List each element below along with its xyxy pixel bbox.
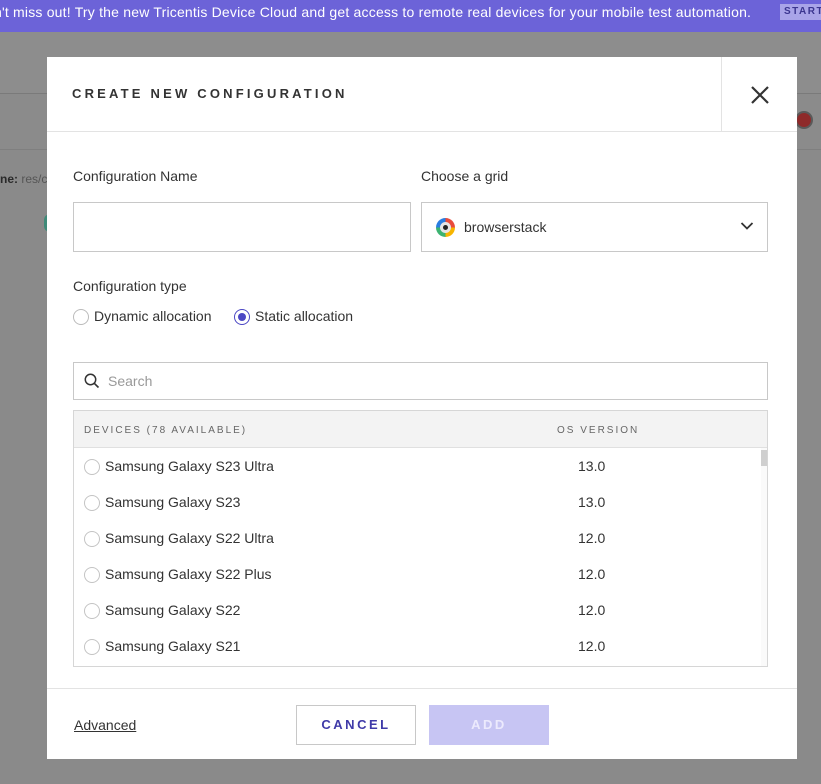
device-search-box[interactable] <box>73 362 768 400</box>
device-name: Samsung Galaxy S22 Ultra <box>105 530 274 546</box>
os-version: 12.0 <box>578 602 606 618</box>
devices-table: DEVICES (78 AVAILABLE) OS VERSION Samsun… <box>73 410 768 667</box>
close-button[interactable] <box>721 57 797 132</box>
table-row[interactable]: Samsung Galaxy S22 12.0 <box>74 592 760 628</box>
background-name-field: ne: res/c <box>0 172 47 186</box>
configuration-type-label: Configuration type <box>73 278 187 294</box>
modal-header: CREATE NEW CONFIGURATION <box>47 57 797 132</box>
table-row[interactable]: Samsung Galaxy S22 Ultra 12.0 <box>74 520 760 556</box>
grid-selected-value: browserstack <box>464 219 547 235</box>
background-record-icon <box>795 111 813 129</box>
devices-table-body: Samsung Galaxy S23 Ultra 13.0 Samsung Ga… <box>74 448 767 666</box>
device-radio[interactable] <box>84 603 100 619</box>
os-version: 12.0 <box>578 638 606 654</box>
devices-scrollbar[interactable] <box>761 448 767 666</box>
background-name-value: res/c <box>21 172 48 186</box>
cancel-button[interactable]: CANCEL <box>296 705 416 745</box>
os-version: 12.0 <box>578 566 606 582</box>
device-name: Samsung Galaxy S22 Plus <box>105 566 272 582</box>
device-radio[interactable] <box>84 459 100 475</box>
static-allocation-label: Static allocation <box>255 308 354 324</box>
chevron-down-icon <box>740 222 754 230</box>
static-allocation-option[interactable]: Static allocation <box>234 308 374 326</box>
grid-select[interactable]: browserstack <box>421 202 768 252</box>
os-version: 13.0 <box>578 458 606 474</box>
background-name-label: ne: <box>0 172 18 186</box>
banner-message: n't miss out! Try the new Tricentis Devi… <box>0 4 752 20</box>
device-radio[interactable] <box>84 531 100 547</box>
device-radio[interactable] <box>84 567 100 583</box>
devices-column-header: DEVICES (78 AVAILABLE) <box>84 425 248 436</box>
table-row[interactable]: Samsung Galaxy S21 12.0 <box>74 628 760 664</box>
dynamic-allocation-radio[interactable] <box>73 309 89 325</box>
devices-scrollbar-thumb[interactable] <box>761 450 767 466</box>
os-version: 13.0 <box>578 494 606 510</box>
device-name: Samsung Galaxy S23 Ultra <box>105 458 274 474</box>
advanced-link[interactable]: Advanced <box>74 717 136 733</box>
promo-banner: n't miss out! Try the new Tricentis Devi… <box>0 0 821 32</box>
device-radio[interactable] <box>84 495 100 511</box>
device-name: Samsung Galaxy S22 <box>105 602 241 618</box>
create-configuration-modal: CREATE NEW CONFIGURATION Configuration N… <box>47 57 797 759</box>
os-version-column-header: OS VERSION <box>557 425 640 436</box>
modal-footer: Advanced CANCEL ADD <box>47 688 797 759</box>
choose-grid-label: Choose a grid <box>421 168 509 184</box>
add-button[interactable]: ADD <box>429 705 549 745</box>
modal-title: CREATE NEW CONFIGURATION <box>72 86 348 101</box>
close-icon <box>751 86 769 104</box>
static-allocation-radio[interactable] <box>234 309 250 325</box>
device-radio[interactable] <box>84 639 100 655</box>
configuration-name-label: Configuration Name <box>73 168 198 184</box>
search-icon <box>84 373 100 389</box>
dynamic-allocation-label: Dynamic allocation <box>94 308 212 324</box>
table-row[interactable]: Samsung Galaxy S23 Ultra 13.0 <box>74 448 760 484</box>
device-name: Samsung Galaxy S23 <box>105 494 241 510</box>
device-name: Samsung Galaxy S21 <box>105 638 241 654</box>
os-version: 12.0 <box>578 530 606 546</box>
devices-table-header: DEVICES (78 AVAILABLE) OS VERSION <box>74 411 767 448</box>
device-search-input[interactable] <box>108 371 748 391</box>
table-row[interactable]: Samsung Galaxy S23 13.0 <box>74 484 760 520</box>
configuration-name-input[interactable] <box>73 202 411 252</box>
banner-start-button[interactable]: START <box>780 4 821 20</box>
browserstack-logo-icon <box>436 218 455 237</box>
dynamic-allocation-option[interactable]: Dynamic allocation <box>73 308 223 326</box>
table-row[interactable]: Samsung Galaxy S22 Plus 12.0 <box>74 556 760 592</box>
